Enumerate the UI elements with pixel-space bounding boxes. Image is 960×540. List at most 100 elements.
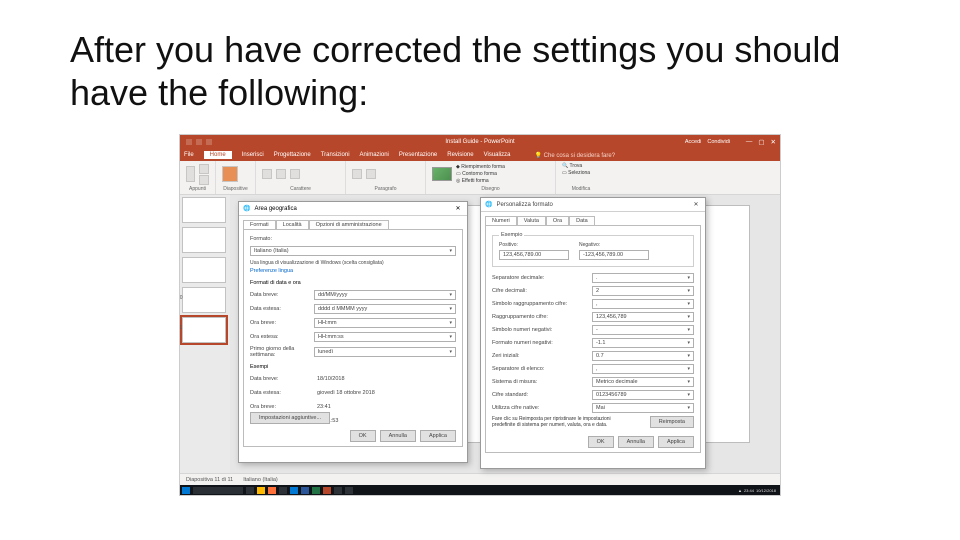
long-time-label: Ora estesa: [250, 334, 314, 340]
tray-icon[interactable]: ▲ [738, 488, 742, 493]
long-time-dropdown[interactable]: HH:mm:ss [314, 332, 456, 342]
new-slide-icon[interactable] [222, 166, 238, 182]
tab-slideshow[interactable]: Presentazione [399, 152, 437, 158]
undo-icon[interactable] [196, 139, 202, 145]
numfmt-tab-currency[interactable]: Valuta [517, 216, 546, 225]
ex-short-date-label: Data breve: [250, 376, 314, 382]
find-button[interactable]: 🔍 Trova [562, 163, 582, 169]
powerpoint-icon[interactable] [323, 487, 331, 494]
signin-link[interactable]: Accedi [685, 139, 702, 145]
outlook-icon[interactable] [290, 487, 298, 494]
lead-zero-label: Zeri iniziali: [492, 353, 592, 359]
reset-button[interactable]: Reimposta [650, 416, 694, 428]
grp-sym-dropdown[interactable]: , [592, 299, 694, 309]
native-digits-label: Utilizza cifre native: [492, 405, 592, 411]
numfmt-apply-button[interactable]: Applica [658, 436, 694, 448]
firefox-icon[interactable] [268, 487, 276, 494]
region-apply-button[interactable]: Applica [420, 430, 456, 442]
copy-icon[interactable] [199, 175, 209, 185]
word-icon[interactable] [301, 487, 309, 494]
shape-style-swatch[interactable] [432, 167, 452, 181]
short-date-dropdown[interactable]: dd/MM/yyyy [314, 290, 456, 300]
slide-thumbnails[interactable]: 7 8 9 10 11 [180, 195, 230, 473]
italic-icon[interactable] [276, 169, 286, 179]
format-dropdown[interactable]: Italiano (Italia) [250, 246, 456, 256]
tab-review[interactable]: Revisione [447, 152, 473, 158]
region-tab-admin[interactable]: Opzioni di amministrazione [309, 220, 389, 229]
neg-fmt-dropdown[interactable]: -1.1 [592, 338, 694, 348]
numfmt-tab-numbers[interactable]: Numeri [485, 216, 517, 225]
numfmt-ok-button[interactable]: OK [588, 436, 614, 448]
tell-me-search[interactable]: 💡 Che cosa si desidera fare? [535, 152, 616, 159]
shape-effects-button[interactable]: ◎ Effetti forma [456, 178, 505, 184]
list-sep-dropdown[interactable]: , [592, 364, 694, 374]
region-tab-formats[interactable]: Formati [243, 220, 276, 229]
select-button[interactable]: ▭ Seleziona [562, 170, 590, 176]
region-ok-button[interactable]: OK [350, 430, 376, 442]
region-close-icon[interactable]: ✕ [453, 205, 463, 212]
numfmt-tab-time[interactable]: Ora [546, 216, 569, 225]
redo-icon[interactable] [206, 139, 212, 145]
first-day-dropdown[interactable]: lunedì [314, 347, 456, 357]
underline-icon[interactable] [290, 169, 300, 179]
lead-zero-dropdown[interactable]: 0.7 [592, 351, 694, 361]
thumbnail-7[interactable]: 7 [182, 197, 226, 223]
neg-sym-dropdown[interactable]: - [592, 325, 694, 335]
taskbar-search[interactable] [193, 487, 243, 494]
tab-transitions[interactable]: Transizioni [321, 152, 350, 158]
taskbar-app-icon[interactable] [334, 487, 342, 494]
grp-dropdown[interactable]: 123,456,789 [592, 312, 694, 322]
example-fieldset: Esempio Positivo:123,456,789.00 Negativo… [492, 232, 694, 267]
long-date-dropdown[interactable]: dddd d MMMM yyyy [314, 304, 456, 314]
minimize-icon[interactable]: — [746, 138, 753, 146]
file-explorer-icon[interactable] [257, 487, 265, 494]
dec-sep-dropdown[interactable]: . [592, 273, 694, 283]
start-button[interactable] [182, 487, 190, 494]
measure-dropdown[interactable]: Metrico decimale [592, 377, 694, 387]
tab-design[interactable]: Progettazione [274, 152, 311, 158]
native-digits-dropdown[interactable]: Mai [592, 403, 694, 413]
negative-sample: -123,456,789.00 [579, 250, 649, 260]
thumbnail-9[interactable]: 9 [182, 257, 226, 283]
datetime-formats-label: Formati di data e ora [250, 280, 456, 286]
region-cancel-button[interactable]: Annulla [380, 430, 416, 442]
paste-icon[interactable] [186, 166, 195, 182]
language-prefs-link[interactable]: Preferenze lingua [250, 268, 456, 274]
bullets-icon[interactable] [352, 169, 362, 179]
align-icon[interactable] [366, 169, 376, 179]
taskbar-app-icon[interactable] [345, 487, 353, 494]
task-view-icon[interactable] [246, 487, 254, 494]
customize-format-dialog: 🌐 Personalizza formato ✕ Numeri Valuta O… [480, 197, 706, 469]
close-icon[interactable]: ✕ [771, 138, 776, 146]
group-clipboard-label: Appunti [186, 186, 209, 192]
std-digits-dropdown[interactable]: 0123456789 [592, 390, 694, 400]
taskbar-app-icon[interactable] [279, 487, 287, 494]
bold-icon[interactable] [262, 169, 272, 179]
shape-outline-button[interactable]: ▭ Contorno forma [456, 171, 505, 177]
tab-animations[interactable]: Animazioni [360, 152, 389, 158]
region-tab-location[interactable]: Località [276, 220, 309, 229]
list-sep-label: Separatore di elenco: [492, 366, 592, 372]
grp-sym-label: Simbolo raggruppamento cifre: [492, 301, 592, 307]
dec-digits-dropdown[interactable]: 2 [592, 286, 694, 296]
tab-file[interactable]: File [184, 152, 194, 158]
status-language[interactable]: Italiano (Italia) [243, 477, 278, 483]
shape-fill-button[interactable]: ◆ Riempimento forma [456, 164, 505, 170]
numfmt-tab-date[interactable]: Data [569, 216, 595, 225]
excel-icon[interactable] [312, 487, 320, 494]
clock-time[interactable]: 23:44 [744, 488, 754, 493]
share-button[interactable]: Condividi [707, 139, 730, 145]
additional-settings-button[interactable]: Impostazioni aggiuntive... [250, 412, 330, 424]
numfmt-close-icon[interactable]: ✕ [691, 201, 701, 208]
maximize-icon[interactable]: ▢ [758, 138, 764, 146]
tab-home[interactable]: Home [204, 151, 232, 159]
numfmt-cancel-button[interactable]: Annulla [618, 436, 654, 448]
thumbnail-11[interactable]: 11 [182, 317, 226, 343]
tab-view[interactable]: Visualizza [484, 152, 511, 158]
short-time-dropdown[interactable]: HH:mm [314, 318, 456, 328]
cut-icon[interactable] [199, 164, 209, 174]
thumbnail-10[interactable]: 10 [182, 287, 226, 313]
tab-insert[interactable]: Inserisci [242, 152, 264, 158]
save-icon[interactable] [186, 139, 192, 145]
thumbnail-8[interactable]: 8 [182, 227, 226, 253]
